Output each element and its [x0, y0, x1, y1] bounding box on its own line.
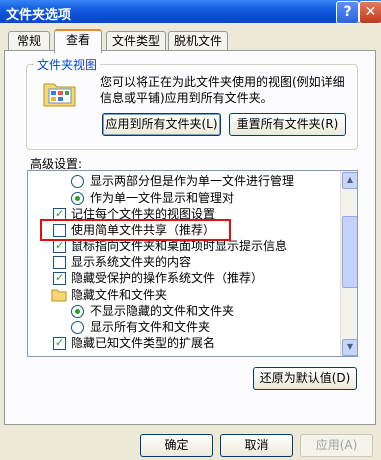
list-item-label: 显示系统文件夹的内容	[71, 255, 192, 269]
list-item-label: 隐藏受保护的操作系统文件（推荐）	[71, 271, 264, 285]
radio-button[interactable]	[71, 305, 84, 318]
checkbox[interactable]	[53, 335, 66, 351]
list-item-label: 不显示隐藏的文件和文件夹	[90, 304, 235, 318]
list-item-label: 显示所有文件和文件夹	[90, 320, 211, 334]
folder-views-title: 文件夹视图	[34, 56, 101, 73]
scroll-thumb[interactable]	[342, 216, 357, 288]
tab-general[interactable]: 常规	[8, 31, 50, 52]
title-bar: 文件夹选项 ? ✕	[0, 0, 381, 24]
tab-offline-files[interactable]: 脱机文件	[168, 31, 228, 52]
advanced-settings-list[interactable]: 显示两部分但是作为单一文件进行管理 作为单一文件显示和管理对 记住每个文件夹的视…	[27, 170, 358, 357]
highlight-box	[40, 219, 231, 241]
scroll-up-icon[interactable]: ▲	[342, 172, 357, 189]
radio-button[interactable]	[71, 192, 84, 205]
vertical-scrollbar[interactable]: ▲ ▼	[340, 171, 357, 356]
scroll-down-icon[interactable]: ▼	[342, 339, 357, 356]
radio-button[interactable]	[71, 175, 84, 188]
tab-view[interactable]: 查看	[54, 29, 102, 53]
list-item-label: 作为单一文件显示和管理对	[90, 191, 235, 205]
list-item[interactable]: 不显示隐藏的文件和文件夹	[28, 303, 338, 319]
checkbox[interactable]	[53, 270, 66, 286]
list-item[interactable]: 显示所有文件和文件夹	[28, 319, 338, 335]
list-item[interactable]: 作为单一文件显示和管理对	[28, 190, 338, 206]
list-item[interactable]: 隐藏受保护的操作系统文件（推荐）	[28, 270, 338, 286]
list-item-label: 隐藏文件和文件夹	[71, 288, 168, 302]
tab-file-types[interactable]: 文件类型	[106, 31, 166, 52]
list-item-label: 显示两部分但是作为单一文件进行管理	[90, 174, 295, 188]
folder-views-description: 您可以将正在为此文件夹使用的视图(例如详细信息或平铺)应用到所有文件夹。	[100, 75, 345, 105]
radio-button[interactable]	[71, 321, 84, 334]
checkbox[interactable]	[53, 238, 66, 254]
list-item-folder: 隐藏文件和文件夹	[28, 287, 338, 303]
list-item[interactable]: 隐藏已知文件类型的扩展名	[28, 335, 338, 351]
help-button[interactable]: ?	[336, 1, 359, 24]
close-button[interactable]: ✕	[359, 1, 381, 24]
restore-defaults-button[interactable]: 还原为默认值(D)	[253, 367, 357, 390]
list-item-label: 隐藏已知文件类型的扩展名	[71, 336, 216, 350]
folder-options-dialog: 文件夹选项 ? ✕ 常规 查看 文件类型 脱机文件 文件夹视图 您可以将正在为此…	[0, 0, 381, 460]
list-item[interactable]: 显示两部分但是作为单一文件进行管理	[28, 173, 338, 189]
window-title: 文件夹选项	[6, 8, 72, 23]
cancel-button[interactable]: 取消	[220, 434, 293, 457]
list-item[interactable]: 显示系统文件夹的内容	[28, 254, 338, 270]
reset-all-folders-button[interactable]: 重置所有文件夹(R)	[229, 113, 346, 136]
apply-button[interactable]: 应用(A)	[300, 434, 373, 457]
folder-icon	[51, 289, 67, 302]
checkbox[interactable]	[53, 256, 66, 269]
apply-to-all-folders-button[interactable]: 应用到所有文件夹(L)	[102, 113, 221, 136]
folder-view-icon	[43, 83, 76, 107]
ok-button[interactable]: 确定	[140, 434, 213, 457]
